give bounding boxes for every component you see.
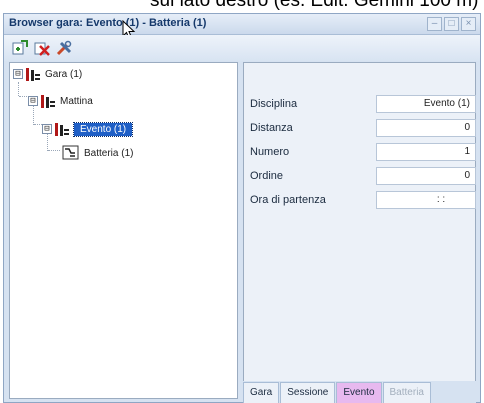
property-row-ora-partenza: Ora di partenza : : — [250, 190, 476, 210]
tree-node-batteria[interactable]: Batteria (1) — [62, 145, 133, 161]
tree-node-label: Batteria (1) — [84, 147, 134, 159]
title-bar[interactable]: Browser gara: Evento (1) - Batteria (1) … — [4, 14, 480, 35]
property-row-ordine: Ordine 0 — [250, 166, 476, 186]
close-button[interactable]: × — [461, 17, 476, 31]
tree-node-mattina[interactable]: ⊟ Mattina — [28, 93, 93, 109]
property-row-disciplina: Disciplina Evento (1) — [250, 94, 476, 114]
collapse-icon[interactable]: ⊟ — [42, 124, 52, 134]
tab-evento[interactable]: Evento — [336, 382, 382, 403]
tree-connector — [34, 124, 42, 125]
race-flag-icon — [26, 67, 40, 81]
disciplina-field[interactable]: Evento (1) — [376, 95, 476, 113]
window-controls: – □ × — [427, 17, 476, 31]
toolbar — [4, 35, 480, 61]
property-label: Numero — [250, 146, 290, 158]
tree-connector — [19, 96, 27, 97]
tree-node-label: Mattina — [60, 95, 93, 107]
window-title: Browser gara: Evento (1) - Batteria (1) — [9, 17, 207, 29]
property-row-numero: Numero 1 — [250, 142, 476, 162]
distanza-field[interactable]: 0 — [376, 119, 476, 137]
add-icon[interactable] — [10, 38, 30, 58]
tab-gara[interactable]: Gara — [243, 382, 280, 403]
tree-node-label: Gara (1) — [45, 68, 83, 80]
property-label: Distanza — [250, 122, 293, 134]
browser-gara-window: Browser gara: Evento (1) - Batteria (1) … — [3, 13, 481, 403]
tree-connector — [18, 82, 19, 96]
ora-partenza-field[interactable]: : : — [376, 191, 476, 209]
collapse-icon[interactable]: ⊟ — [13, 69, 23, 79]
tree-node-evento[interactable]: ⊟ Evento (1) — [42, 121, 134, 137]
race-tree-panel: ⊟ Gara (1) ⊟ Mattina ⊟ Evento (1) Batter… — [9, 62, 238, 399]
heat-icon — [62, 145, 79, 160]
tree-connector — [48, 150, 60, 151]
property-row-distanza: Distanza 0 — [250, 118, 476, 138]
level-tabs: Gara Sessione Evento Batteria — [243, 381, 476, 403]
session-flag-icon — [41, 94, 55, 108]
tree-node-label-selected: Evento (1) — [72, 121, 134, 137]
background-caption: sul lato destro (es. Edit. Gemini 100 m) — [150, 0, 479, 11]
tools-icon[interactable] — [54, 38, 74, 58]
event-flag-icon — [55, 122, 69, 136]
delete-icon[interactable] — [32, 38, 52, 58]
properties-panel: Disciplina Evento (1) Distanza 0 Numero … — [243, 62, 476, 399]
property-label: Ora di partenza — [250, 194, 326, 206]
property-label: Disciplina — [250, 98, 298, 110]
tab-batteria[interactable]: Batteria — [382, 382, 431, 403]
ordine-field[interactable]: 0 — [376, 167, 476, 185]
tab-sessione[interactable]: Sessione — [280, 382, 336, 403]
collapse-icon[interactable]: ⊟ — [28, 96, 38, 106]
maximize-button[interactable]: □ — [444, 17, 459, 31]
numero-field[interactable]: 1 — [376, 143, 476, 161]
minimize-button[interactable]: – — [427, 17, 442, 31]
tree-node-gara[interactable]: ⊟ Gara (1) — [13, 66, 82, 82]
property-label: Ordine — [250, 170, 284, 182]
background-caption-strip: sul lato destro (es. Edit. Gemini 100 m) — [0, 0, 484, 13]
